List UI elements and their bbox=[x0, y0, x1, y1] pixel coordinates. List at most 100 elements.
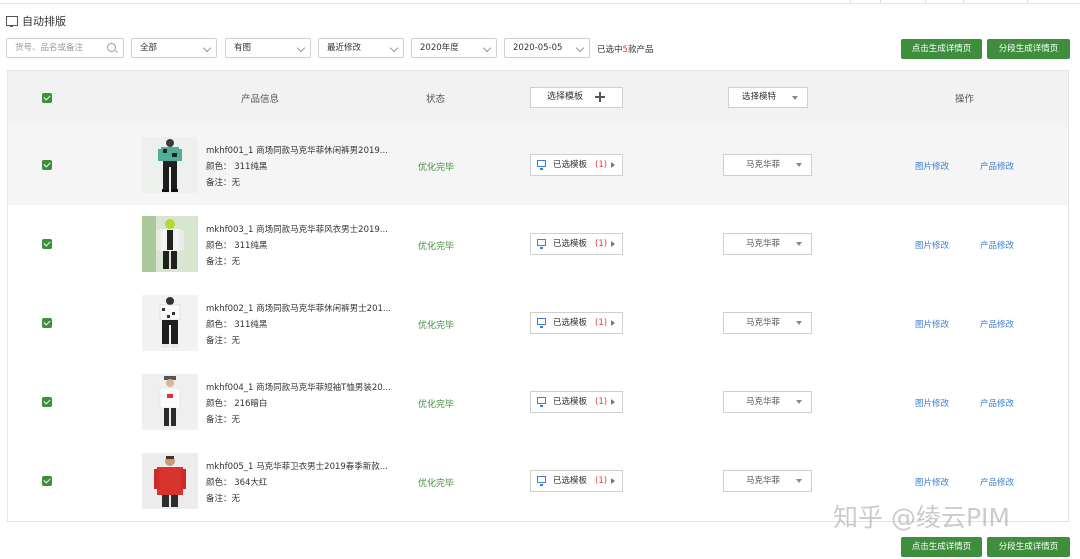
image-filter-select[interactable]: 有图 bbox=[225, 38, 311, 58]
edit-image-link[interactable]: 图片修改 bbox=[915, 318, 949, 330]
caret-right-icon bbox=[611, 162, 615, 168]
template-label: 已选模板 bbox=[553, 318, 588, 328]
model-select[interactable]: 马克华菲 bbox=[723, 312, 812, 334]
status-text: 优化完毕 bbox=[418, 321, 455, 331]
chevron-down-icon bbox=[482, 43, 492, 53]
template-count: (1) bbox=[595, 476, 608, 486]
row-checkbox[interactable] bbox=[42, 318, 52, 328]
caret-down-icon bbox=[796, 242, 802, 246]
product-thumbnail bbox=[142, 216, 198, 272]
template-selector[interactable]: 已选模板 (1) bbox=[530, 154, 623, 176]
template-selector[interactable]: 已选模板 (1) bbox=[530, 233, 623, 255]
status-text: 优化完毕 bbox=[418, 400, 455, 410]
caret-down-icon bbox=[796, 400, 802, 404]
template-label: 已选模板 bbox=[553, 397, 588, 407]
row-checkbox[interactable] bbox=[42, 160, 52, 170]
product-name: mkhf004_1 商场同款马克华菲短袖T恤男装20... bbox=[206, 383, 391, 393]
generate-detail-button-bottom[interactable]: 点击生成详情页 bbox=[901, 537, 982, 557]
product-color: 颜色： 216暗白 bbox=[206, 399, 268, 409]
product-note: 备注：无 bbox=[206, 257, 241, 267]
chevron-down-icon bbox=[296, 43, 306, 53]
page-title: 自动排版 bbox=[6, 13, 66, 29]
model-select[interactable]: 马克华菲 bbox=[723, 154, 812, 176]
row-checkbox[interactable] bbox=[42, 239, 52, 249]
year-select[interactable]: 2020年度 bbox=[411, 38, 497, 58]
product-thumbnail bbox=[142, 374, 198, 430]
edit-image-link[interactable]: 图片修改 bbox=[915, 397, 949, 409]
plus-icon bbox=[595, 92, 605, 102]
template-selector[interactable]: 已选模板 (1) bbox=[530, 470, 623, 492]
date-select[interactable]: 2020-05-05 bbox=[504, 38, 590, 58]
edit-product-link[interactable]: 产品修改 bbox=[980, 476, 1014, 488]
select-template-button[interactable]: 选择模板 bbox=[530, 87, 623, 108]
table-row: mkhf001_1 商场同款马克华菲休闲裤男2019... 颜色： 311纯黑 … bbox=[8, 126, 1068, 206]
product-table: 产品信息 状态 选择模板 选择模特 操作 mkhf001_1 商场同款马克华菲休… bbox=[7, 70, 1069, 522]
chevron-down-icon bbox=[575, 43, 585, 53]
model-select[interactable]: 马克华菲 bbox=[723, 233, 812, 255]
monitor-icon bbox=[537, 318, 546, 328]
caret-right-icon bbox=[611, 320, 615, 326]
edit-product-link[interactable]: 产品修改 bbox=[980, 239, 1014, 251]
caret-right-icon bbox=[611, 241, 615, 247]
header-operation: 操作 bbox=[955, 94, 975, 105]
product-note: 备注：无 bbox=[206, 336, 241, 346]
monitor-icon bbox=[6, 16, 18, 27]
chevron-down-icon bbox=[202, 43, 212, 53]
select-model-label: 选择模特 bbox=[742, 92, 777, 102]
caret-down-icon bbox=[796, 479, 802, 483]
selected-count-text: 已选中5款产品 bbox=[597, 43, 653, 55]
row-checkbox[interactable] bbox=[42, 476, 52, 486]
header-product-info: 产品信息 bbox=[241, 94, 280, 105]
top-divider bbox=[880, 0, 881, 3]
model-value: 马克华菲 bbox=[746, 397, 781, 407]
category-select[interactable]: 全部 bbox=[131, 38, 217, 58]
product-name: mkhf005_1 马克华菲卫衣男士2019春季新款... bbox=[206, 462, 388, 472]
caret-right-icon bbox=[611, 399, 615, 405]
product-note: 备注：无 bbox=[206, 494, 241, 504]
select-all-checkbox[interactable] bbox=[42, 93, 52, 103]
template-label: 已选模板 bbox=[553, 239, 588, 249]
generate-segmented-button[interactable]: 分段生成详情页 bbox=[987, 39, 1070, 59]
edit-product-link[interactable]: 产品修改 bbox=[980, 318, 1014, 330]
image-filter-value: 有图 bbox=[234, 43, 252, 53]
select-model-dropdown[interactable]: 选择模特 bbox=[728, 87, 808, 108]
product-thumbnail bbox=[142, 137, 198, 193]
template-count: (1) bbox=[595, 318, 608, 328]
caret-down-icon bbox=[796, 163, 802, 167]
caret-down-icon bbox=[792, 96, 798, 100]
date-value: 2020-05-05 bbox=[513, 43, 563, 53]
edit-image-link[interactable]: 图片修改 bbox=[915, 160, 949, 172]
search-input[interactable]: 货号、品名或备注 bbox=[6, 38, 124, 58]
status-text: 优化完毕 bbox=[418, 479, 455, 489]
model-select[interactable]: 马克华菲 bbox=[723, 470, 812, 492]
monitor-icon bbox=[537, 160, 546, 170]
top-border bbox=[0, 0, 1080, 4]
caret-right-icon bbox=[611, 478, 615, 484]
generate-segmented-button-bottom[interactable]: 分段生成详情页 bbox=[987, 537, 1070, 557]
generate-detail-button[interactable]: 点击生成详情页 bbox=[901, 39, 982, 59]
edit-product-link[interactable]: 产品修改 bbox=[980, 397, 1014, 409]
row-checkbox[interactable] bbox=[42, 397, 52, 407]
monitor-icon bbox=[537, 476, 546, 486]
edit-image-link[interactable]: 图片修改 bbox=[915, 476, 949, 488]
edit-product-link[interactable]: 产品修改 bbox=[980, 160, 1014, 172]
template-count: (1) bbox=[595, 397, 608, 407]
model-select[interactable]: 马克华菲 bbox=[723, 391, 812, 413]
table-row: mkhf002_1 商场同款马克华菲休闲裤男士201... 颜色： 311纯黑 … bbox=[8, 284, 1068, 364]
template-selector[interactable]: 已选模板 (1) bbox=[530, 391, 623, 413]
year-value: 2020年度 bbox=[420, 43, 459, 53]
model-value: 马克华菲 bbox=[746, 239, 781, 249]
edit-image-link[interactable]: 图片修改 bbox=[915, 239, 949, 251]
top-divider bbox=[925, 0, 926, 3]
template-label: 已选模板 bbox=[553, 160, 588, 170]
category-value: 全部 bbox=[140, 43, 158, 53]
model-value: 马克华菲 bbox=[746, 160, 781, 170]
table-row: mkhf003_1 商场同款马克华菲风衣男士2019... 颜色： 311纯黑 … bbox=[8, 205, 1068, 285]
search-icon[interactable] bbox=[107, 43, 116, 52]
template-selector[interactable]: 已选模板 (1) bbox=[530, 312, 623, 334]
status-text: 优化完毕 bbox=[418, 163, 455, 173]
model-value: 马克华菲 bbox=[746, 318, 781, 328]
monitor-icon bbox=[537, 397, 546, 407]
template-label: 已选模板 bbox=[553, 476, 588, 486]
sort-select[interactable]: 最近修改 bbox=[318, 38, 404, 58]
